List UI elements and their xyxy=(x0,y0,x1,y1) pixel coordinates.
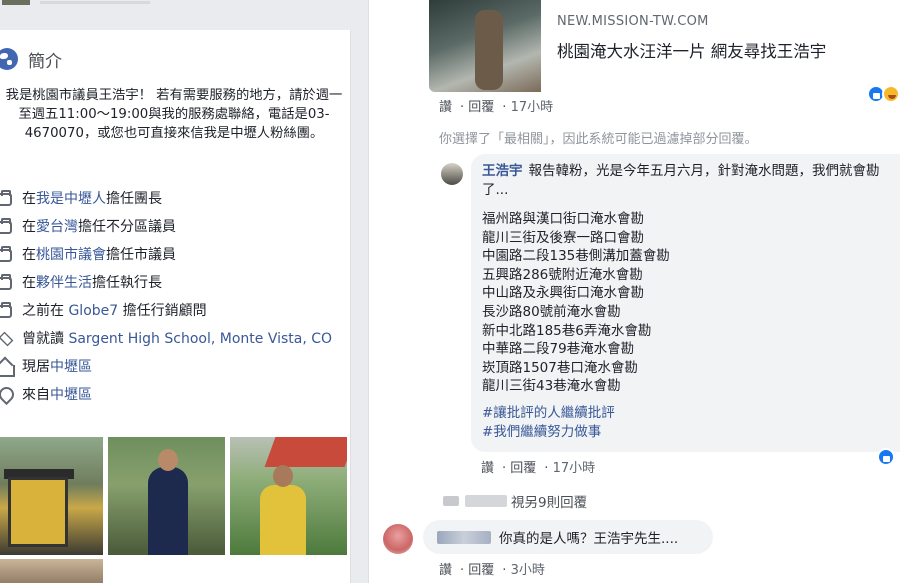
graduation-cap-icon xyxy=(0,330,14,348)
list-item: 中華路二段79巷淹水會勘 xyxy=(482,341,635,358)
row-prefix: 在 xyxy=(22,275,36,291)
briefcase-icon xyxy=(0,246,12,262)
timestamp[interactable]: 17小時 xyxy=(553,461,596,476)
blurred-name xyxy=(465,495,507,507)
blurred-name[interactable] xyxy=(437,530,491,544)
photo-grid xyxy=(0,437,351,583)
hashtag-link[interactable]: #讓批評的人繼續批評 xyxy=(482,404,900,423)
row-link[interactable]: 我是中壢人 xyxy=(36,191,106,207)
row-link[interactable]: Globe7 xyxy=(68,303,118,319)
intro-row-work-1: 在我是中壢人擔任團長 xyxy=(0,190,340,208)
briefcase-icon xyxy=(0,302,12,318)
intro-row-hometown: 來自中壢區 xyxy=(0,386,340,404)
list-item: 中山路及永興街口淹水會勘 xyxy=(482,285,644,302)
reply-link[interactable]: 回覆 xyxy=(468,100,494,115)
feed-card: NEW.MISSION-TW.COM 桃園淹大水汪洋一片 網友尋找王浩宇 讚 · … xyxy=(368,0,900,583)
reply-reaction[interactable] xyxy=(877,448,895,466)
like-link[interactable]: 讚 xyxy=(439,100,452,115)
photo-thumbnail-3[interactable] xyxy=(230,437,347,555)
reply-link[interactable]: 回覆 xyxy=(510,461,536,476)
row-prefix: 在 xyxy=(22,247,36,263)
link-domain: NEW.MISSION-TW.COM xyxy=(557,14,709,29)
row-link[interactable]: Sargent High School, Monte Vista, CO xyxy=(68,331,332,347)
briefcase-icon xyxy=(0,274,12,290)
reply-list: 福州路與漢口街口淹水會勘 龍川三街及後寮一路口會勘 中園路二段135巷側溝加蓋會… xyxy=(482,210,900,396)
row-prefix: 之前在 xyxy=(22,303,69,319)
photo-thumbnail-4[interactable] xyxy=(0,559,103,583)
row-suffix: 擔任不分區議員 xyxy=(78,219,176,235)
link-preview-image[interactable] xyxy=(429,0,541,92)
intro-rows: 在我是中壢人擔任團長 在愛台灣擔任不分區議員 在桃園市議會擔任市議員 在夥伴生活… xyxy=(0,190,340,414)
reply-bubble: 王浩宇 報告韓粉，光是今年五月六月，針對淹水問題，我們就會勘了... 福州路與漢口… xyxy=(471,154,900,452)
comment-actions: 讚 · 回覆 · 17小時 xyxy=(439,100,554,115)
avatar[interactable] xyxy=(383,524,413,554)
top-divider xyxy=(40,1,150,4)
intro-row-education: 曾就讀 Sargent High School, Monte Vista, CO xyxy=(0,330,340,348)
list-item: 福州路與漢口街口淹水會勘 xyxy=(482,211,644,227)
photo-thumbnail-2[interactable] xyxy=(108,437,225,555)
row-prefix: 在 xyxy=(22,219,36,235)
top-thumbnail xyxy=(2,0,30,5)
intro-card: 簡介 我是桃園市議員王浩宇！ 若有需要服務的地方，請於週一至週五11:00～19… xyxy=(0,30,351,583)
house-icon xyxy=(0,358,15,377)
hashtags: #讓批評的人繼續批評 #我們繼續努力做事 xyxy=(482,404,900,441)
haha-reaction-icon xyxy=(882,85,900,103)
view-more-replies[interactable]: 視另9則回覆 xyxy=(443,491,587,511)
reply-link[interactable]: 回覆 xyxy=(468,563,494,578)
row-link[interactable]: 桃園市議會 xyxy=(36,247,106,263)
timestamp[interactable]: 3小時 xyxy=(511,563,545,578)
list-item: 新中北路185巷6弄淹水會勘 xyxy=(482,322,652,339)
link-title[interactable]: 桃園淹大水汪洋一片 網友尋找王浩宇 xyxy=(557,38,826,62)
row-link[interactable]: 愛台灣 xyxy=(36,219,78,235)
intro-title: 簡介 xyxy=(28,51,62,72)
comment-actions: 讚 · 回覆 · 3小時 xyxy=(439,563,545,578)
intro-row-work-5: 之前在 Globe7 擔任行銷顧問 xyxy=(0,302,340,320)
row-link[interactable]: 夥伴生活 xyxy=(36,275,92,291)
intro-row-work-4: 在夥伴生活擔任執行長 xyxy=(0,274,340,292)
comment-bubble: 你真的是人嗎？王浩宇先生.... xyxy=(423,520,713,554)
photo-thumbnail-1[interactable] xyxy=(0,437,103,555)
row-prefix: 在 xyxy=(22,191,36,207)
row-prefix: 來自 xyxy=(22,387,50,403)
row-suffix: 擔任行銷顧問 xyxy=(118,303,207,319)
reply-lead-text: 報告韓粉，光是今年五月六月，針對淹水問題，我們就會勘了... xyxy=(482,163,880,198)
row-link[interactable]: 中壢區 xyxy=(50,387,92,403)
list-item: 五興路286號附近淹水會勘 xyxy=(482,266,643,283)
avatar[interactable] xyxy=(441,163,463,185)
timestamp[interactable]: 17小時 xyxy=(511,100,554,115)
comment-text: 你真的是人嗎？王浩宇先生.... xyxy=(499,531,679,547)
intro-row-work-2: 在愛台灣擔任不分區議員 xyxy=(0,218,340,236)
briefcase-icon xyxy=(0,218,12,234)
intro-row-current-city: 現居中壢區 xyxy=(0,358,340,377)
row-prefix: 現居 xyxy=(22,359,50,375)
filter-notice: 你選擇了「最相關」，因此系統可能已過濾掉部分回覆。 xyxy=(439,132,758,147)
list-item: 長沙路80號前淹水會勘 xyxy=(482,303,621,320)
row-suffix: 擔任團長 xyxy=(106,191,162,207)
row-link[interactable]: 中壢區 xyxy=(50,359,92,375)
row-prefix: 曾就讀 xyxy=(22,331,69,347)
location-pin-icon xyxy=(0,386,14,404)
list-item: 龍川三街及後寮一路口會勘 xyxy=(482,229,644,246)
hashtag-link[interactable]: #我們繼續努力做事 xyxy=(482,423,900,442)
blurred-avatar xyxy=(443,496,459,506)
intro-bio: 我是桃園市議員王浩宇！ 若有需要服務的地方，請於週一至週五11:00～19:00… xyxy=(5,88,343,141)
like-link[interactable]: 讚 xyxy=(481,461,494,476)
reply-actions: 讚 · 回覆 · 17小時 xyxy=(481,461,596,476)
reply-author[interactable]: 王浩宇 xyxy=(482,163,523,179)
link-preview[interactable]: NEW.MISSION-TW.COM 桃園淹大水汪洋一片 網友尋找王浩宇 xyxy=(429,0,900,92)
globe-icon xyxy=(0,48,18,70)
like-link[interactable]: 讚 xyxy=(439,563,452,578)
intro-header: 簡介 xyxy=(0,44,62,74)
briefcase-icon xyxy=(0,190,12,206)
like-reaction-icon xyxy=(877,448,895,466)
list-item: 崁頂路1507巷口淹水會勘 xyxy=(482,359,638,376)
more-replies-label[interactable]: 視另9則回覆 xyxy=(511,491,587,511)
list-item: 龍川三街43巷淹水會勘 xyxy=(482,378,621,395)
intro-row-work-3: 在桃園市議會擔任市議員 xyxy=(0,246,340,264)
row-suffix: 擔任執行長 xyxy=(92,275,162,291)
list-item: 中園路二段135巷側溝加蓋會勘 xyxy=(482,248,670,265)
reaction-summary[interactable] xyxy=(867,85,900,105)
row-suffix: 擔任市議員 xyxy=(106,247,176,263)
